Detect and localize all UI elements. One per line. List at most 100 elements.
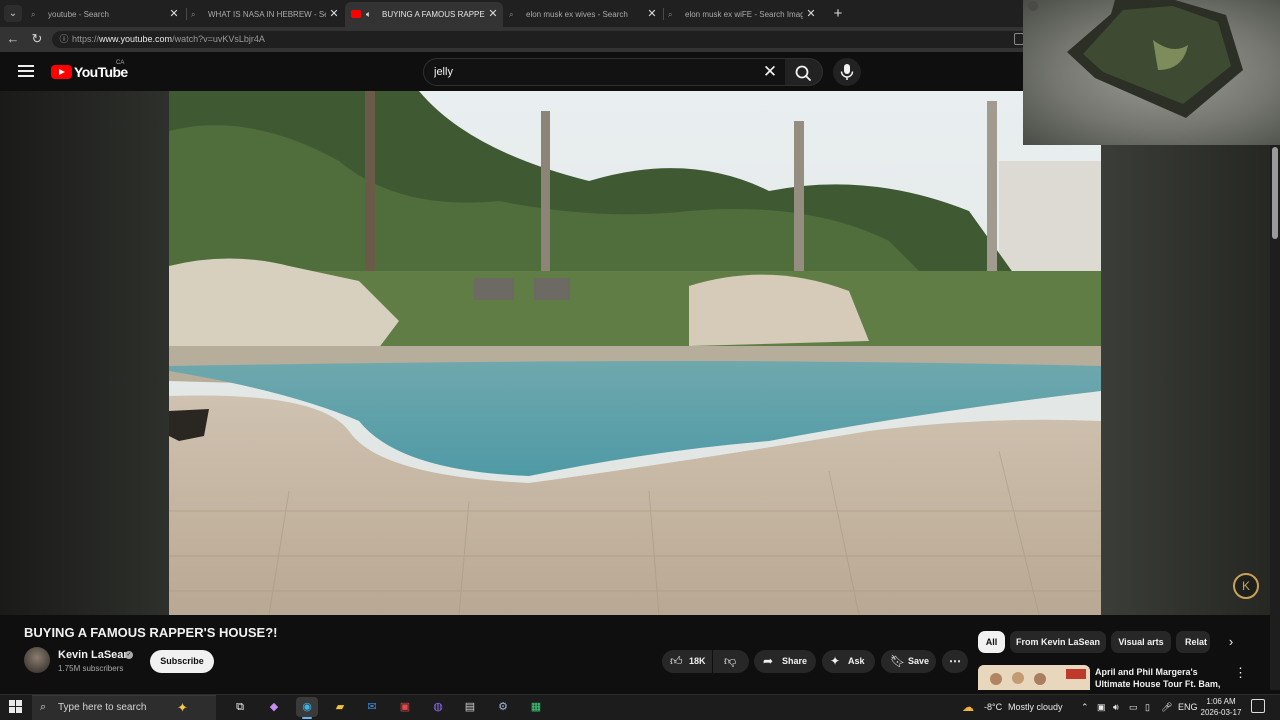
more-actions-icon[interactable]: ⋯ [942, 650, 968, 673]
back-arrow-icon[interactable]: ← [5, 30, 21, 48]
store-icon[interactable]: ▣ [394, 697, 416, 717]
microphone-icon [840, 64, 854, 80]
channel-watermark-button[interactable]: K [1233, 573, 1259, 599]
audio-playing-icon[interactable]: 🔈︎ [366, 10, 375, 19]
show-hidden-icons-chevron[interactable]: ⌃ [1081, 697, 1089, 717]
tab-list-menu-button[interactable]: ⌄ [4, 5, 22, 22]
steam-icon[interactable]: ⚙ [492, 697, 514, 717]
browser-tab-active[interactable]: 🔈︎ BUYING A FAMOUS RAPPER'S HOUSE?! ✕ [345, 2, 503, 27]
chip-all[interactable]: All [978, 631, 1005, 653]
clock-date: 2026-03-17 [1200, 708, 1242, 717]
file-explorer-icon[interactable]: ▰ [329, 697, 351, 717]
share-icon: ➦ [763, 654, 774, 668]
weather-temperature[interactable]: -8°C [984, 697, 1002, 717]
like-button[interactable]: 👍︎ 18K [662, 650, 712, 673]
search-icon: ⌕ [191, 10, 196, 19]
sparkle-icon: ✦ [830, 654, 841, 668]
recommended-video-thumbnail[interactable] [978, 665, 1090, 690]
weather-icon[interactable]: ☁ [962, 697, 974, 717]
voice-search-button[interactable] [833, 58, 861, 86]
notifications-icon[interactable] [1251, 699, 1265, 713]
tab-title: WHAT IS NASA IN HEBREW - Search [208, 10, 326, 19]
country-code: CA [116, 60, 125, 66]
close-tab-icon[interactable]: ✕ [646, 2, 658, 27]
webcam-image [1028, 0, 1243, 118]
search-button[interactable] [785, 58, 823, 86]
chip-from-channel[interactable]: From Kevin LaSean [1010, 631, 1106, 653]
save-label: Save [908, 656, 930, 666]
browser-tab[interactable]: ⌕ WHAT IS NASA IN HEBREW - Search ✕ [186, 2, 344, 27]
volume-icon[interactable]: 🔊︎ [1113, 697, 1119, 717]
taskbar-search-box[interactable]: ⌕ Type here to search ✦ [32, 695, 216, 720]
app-icon[interactable]: ▦ [525, 697, 547, 717]
chevron-right-icon[interactable]: › [1224, 634, 1238, 650]
tab-title: elon musk ex wives - Search [526, 10, 628, 19]
search-icon: ⌕ [509, 10, 514, 19]
mail-icon[interactable]: ✉ [361, 697, 383, 717]
battery-icon[interactable]: ▯ [1145, 697, 1150, 717]
weather-description[interactable]: Mostly cloudy [1008, 697, 1063, 717]
video-title: BUYING A FAMOUS RAPPER'S HOUSE?! [24, 625, 278, 640]
taskbar-search-placeholder: Type here to search [58, 702, 147, 713]
browser-tab[interactable]: ⌕ elon musk ex wives - Search ✕ [504, 2, 662, 27]
taskbar-clock[interactable]: 1:06 AM 2026-03-17 [1199, 696, 1243, 718]
url-field[interactable]: ⓘ https://www.youtube.com/watch?v=uvKVsL… [52, 31, 1028, 48]
reload-icon[interactable]: ↻ [29, 30, 45, 48]
ambient-glow-right [1101, 91, 1270, 615]
channel-name[interactable]: Kevin LaSean [58, 649, 130, 661]
verified-badge-icon: ✓ [125, 651, 133, 659]
new-tab-button[interactable]: + [830, 2, 846, 25]
notepad-icon[interactable]: ▤ [459, 697, 481, 717]
task-view-icon[interactable]: ⧉ [229, 697, 251, 717]
youtube-logo[interactable]: YouTube CA [51, 60, 128, 80]
search-icon: ⌕ [40, 701, 47, 713]
dislike-button[interactable]: 👎︎ [713, 650, 749, 673]
menu-icon[interactable] [18, 65, 34, 79]
channel-avatar[interactable] [24, 647, 50, 673]
chat-app-icon[interactable]: ◍ [427, 697, 449, 717]
microphone-icon[interactable]: 🎤︎ [1161, 697, 1172, 717]
windows-start-icon[interactable] [9, 700, 22, 713]
site-info-icon[interactable]: ⓘ [58, 33, 70, 45]
page-scrollbar-thumb[interactable] [1272, 147, 1278, 239]
search-icon: ⌕ [31, 10, 36, 19]
thumbs-up-icon: 👍︎ [670, 654, 683, 668]
ambient-glow-left [0, 91, 169, 615]
display-icon[interactable]: ▭ [1129, 697, 1138, 717]
video-frame[interactable] [169, 91, 1101, 615]
thumbs-down-icon: 👎︎ [724, 654, 737, 668]
close-tab-icon[interactable]: ✕ [168, 2, 180, 27]
search-icon: ⌕ [668, 10, 673, 19]
input-language[interactable]: ENG [1178, 697, 1198, 717]
subscriber-count: 1.75M subscribers [58, 664, 124, 673]
chip-related[interactable]: Relat [1176, 631, 1210, 653]
thumbnail-image [978, 665, 1090, 690]
ask-button[interactable]: ✦ Ask [822, 650, 875, 673]
close-tab-icon[interactable]: ✕ [487, 2, 499, 27]
tab-title: elon musk ex wiFE - Search Images [685, 10, 803, 19]
close-tab-icon[interactable]: ✕ [328, 2, 340, 27]
tray-app-icon[interactable]: ▣ [1097, 697, 1106, 717]
search-icon [795, 65, 811, 81]
share-button[interactable]: ➦ Share [754, 650, 816, 673]
copilot-icon[interactable]: ◆ [263, 697, 285, 717]
clear-search-icon[interactable]: ✕ [760, 62, 780, 82]
search-highlight-icon: ✦ [177, 700, 188, 715]
save-button[interactable]: 🔖︎ Save [881, 650, 936, 673]
browser-tab[interactable]: ⌕ youtube - Search ✕ [26, 2, 184, 27]
clock-time: 1:06 AM [1206, 697, 1236, 706]
close-tab-icon[interactable]: ✕ [805, 2, 817, 27]
chip-visual-arts[interactable]: Visual arts [1111, 631, 1171, 653]
youtube-icon [351, 10, 361, 18]
tab-title: youtube - Search [48, 10, 109, 19]
share-label: Share [782, 656, 808, 666]
more-options-icon[interactable]: ⋮ [1234, 666, 1247, 680]
search-input[interactable] [434, 63, 734, 81]
url-text: https://www.youtube.com/watch?v=uvKVsLbj… [72, 34, 265, 44]
search-box[interactable] [423, 58, 786, 86]
subscribe-button[interactable]: Subscribe [150, 650, 214, 673]
like-count: 18K [689, 656, 706, 666]
edge-browser-icon[interactable]: ◉ [296, 697, 318, 719]
youtube-play-icon [51, 65, 72, 79]
browser-tab[interactable]: ⌕ elon musk ex wiFE - Search Images ✕ [663, 2, 821, 27]
